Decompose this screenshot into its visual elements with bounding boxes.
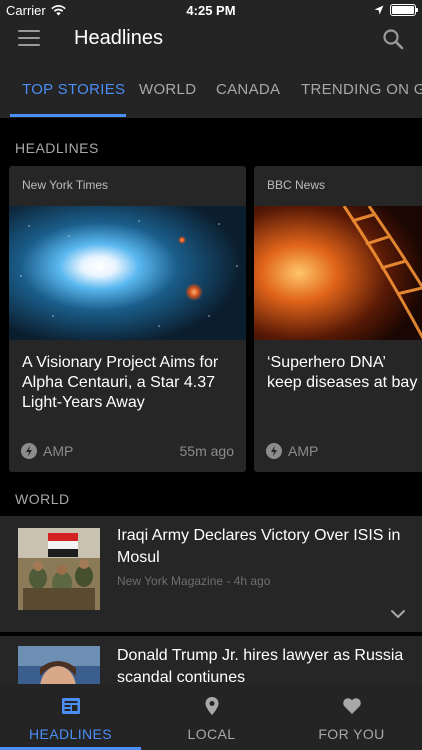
tab-world[interactable]: WORLD (139, 81, 196, 98)
world-section-label: WORLD (15, 491, 70, 507)
active-tab-indicator (10, 114, 126, 117)
app-title: Headlines (74, 27, 163, 49)
person-portrait-photo (18, 646, 100, 684)
status-bar-right (374, 4, 418, 16)
headlines-section-label: HEADLINES (15, 140, 99, 156)
amp-label: AMP (288, 443, 319, 459)
amp-lightning-icon (21, 443, 37, 459)
story-meta: New York Magazine - 4h ago (117, 574, 271, 588)
nav-headlines[interactable]: HEADLINES (0, 684, 141, 750)
chevron-down-icon[interactable] (390, 608, 406, 620)
card-time: 55m ago (179, 443, 234, 459)
dna-helix-image (254, 206, 422, 340)
newspaper-icon (61, 698, 80, 714)
card-title: ‘Superhero DNA’ keep diseases at bay (267, 354, 418, 391)
card-title: A Visionary Project Aims for Alpha Centa… (22, 354, 219, 411)
nav-label: HEADLINES (29, 726, 112, 742)
category-tabs: TOP STORIES WORLD CANADA TRENDING ON GO (0, 58, 422, 118)
heart-icon (342, 698, 361, 714)
soldiers-flag-photo (18, 528, 100, 610)
nav-local[interactable]: LOCAL (141, 684, 282, 750)
bottom-navigation: HEADLINES LOCAL FOR YOU (0, 684, 422, 750)
card-source: New York Times (22, 178, 109, 192)
story-title: Donald Trump Jr. hires lawyer as Russia … (117, 647, 404, 684)
status-time: 4:25 PM (186, 3, 236, 18)
location-arrow-icon (374, 5, 384, 15)
tab-top-stories[interactable]: TOP STORIES (22, 81, 125, 98)
amp-badge: AMP (266, 443, 318, 459)
card-source: BBC News (267, 178, 326, 192)
headline-card[interactable]: BBC News ‘Superhero DNA’ keep diseases a… (254, 166, 422, 472)
nav-label: FOR YOU (318, 726, 385, 742)
amp-lightning-icon (266, 443, 282, 459)
map-pin-icon (205, 697, 218, 715)
hamburger-menu-icon[interactable] (18, 30, 40, 48)
battery-icon (390, 4, 418, 16)
nav-for-you[interactable]: FOR YOU (281, 684, 422, 750)
amp-badge: AMP (21, 443, 73, 459)
headline-card[interactable]: New York Times A Visionary Project Aims … (9, 166, 246, 472)
story-title: Iraqi Army Declares Victory Over ISIS in… (117, 527, 401, 566)
tab-canada[interactable]: CANADA (216, 81, 280, 98)
search-icon[interactable] (382, 28, 404, 50)
amp-label: AMP (43, 443, 74, 459)
list-item[interactable]: Iraqi Army Declares Victory Over ISIS in… (0, 516, 422, 632)
tab-trending[interactable]: TRENDING ON GO (301, 81, 422, 98)
list-item[interactable]: Donald Trump Jr. hires lawyer as Russia … (0, 636, 422, 684)
star-field-image (9, 206, 246, 340)
status-bar: Carrier 4:25 PM (0, 0, 422, 22)
app-bar: Headlines (0, 22, 422, 58)
nav-label: LOCAL (187, 726, 236, 742)
